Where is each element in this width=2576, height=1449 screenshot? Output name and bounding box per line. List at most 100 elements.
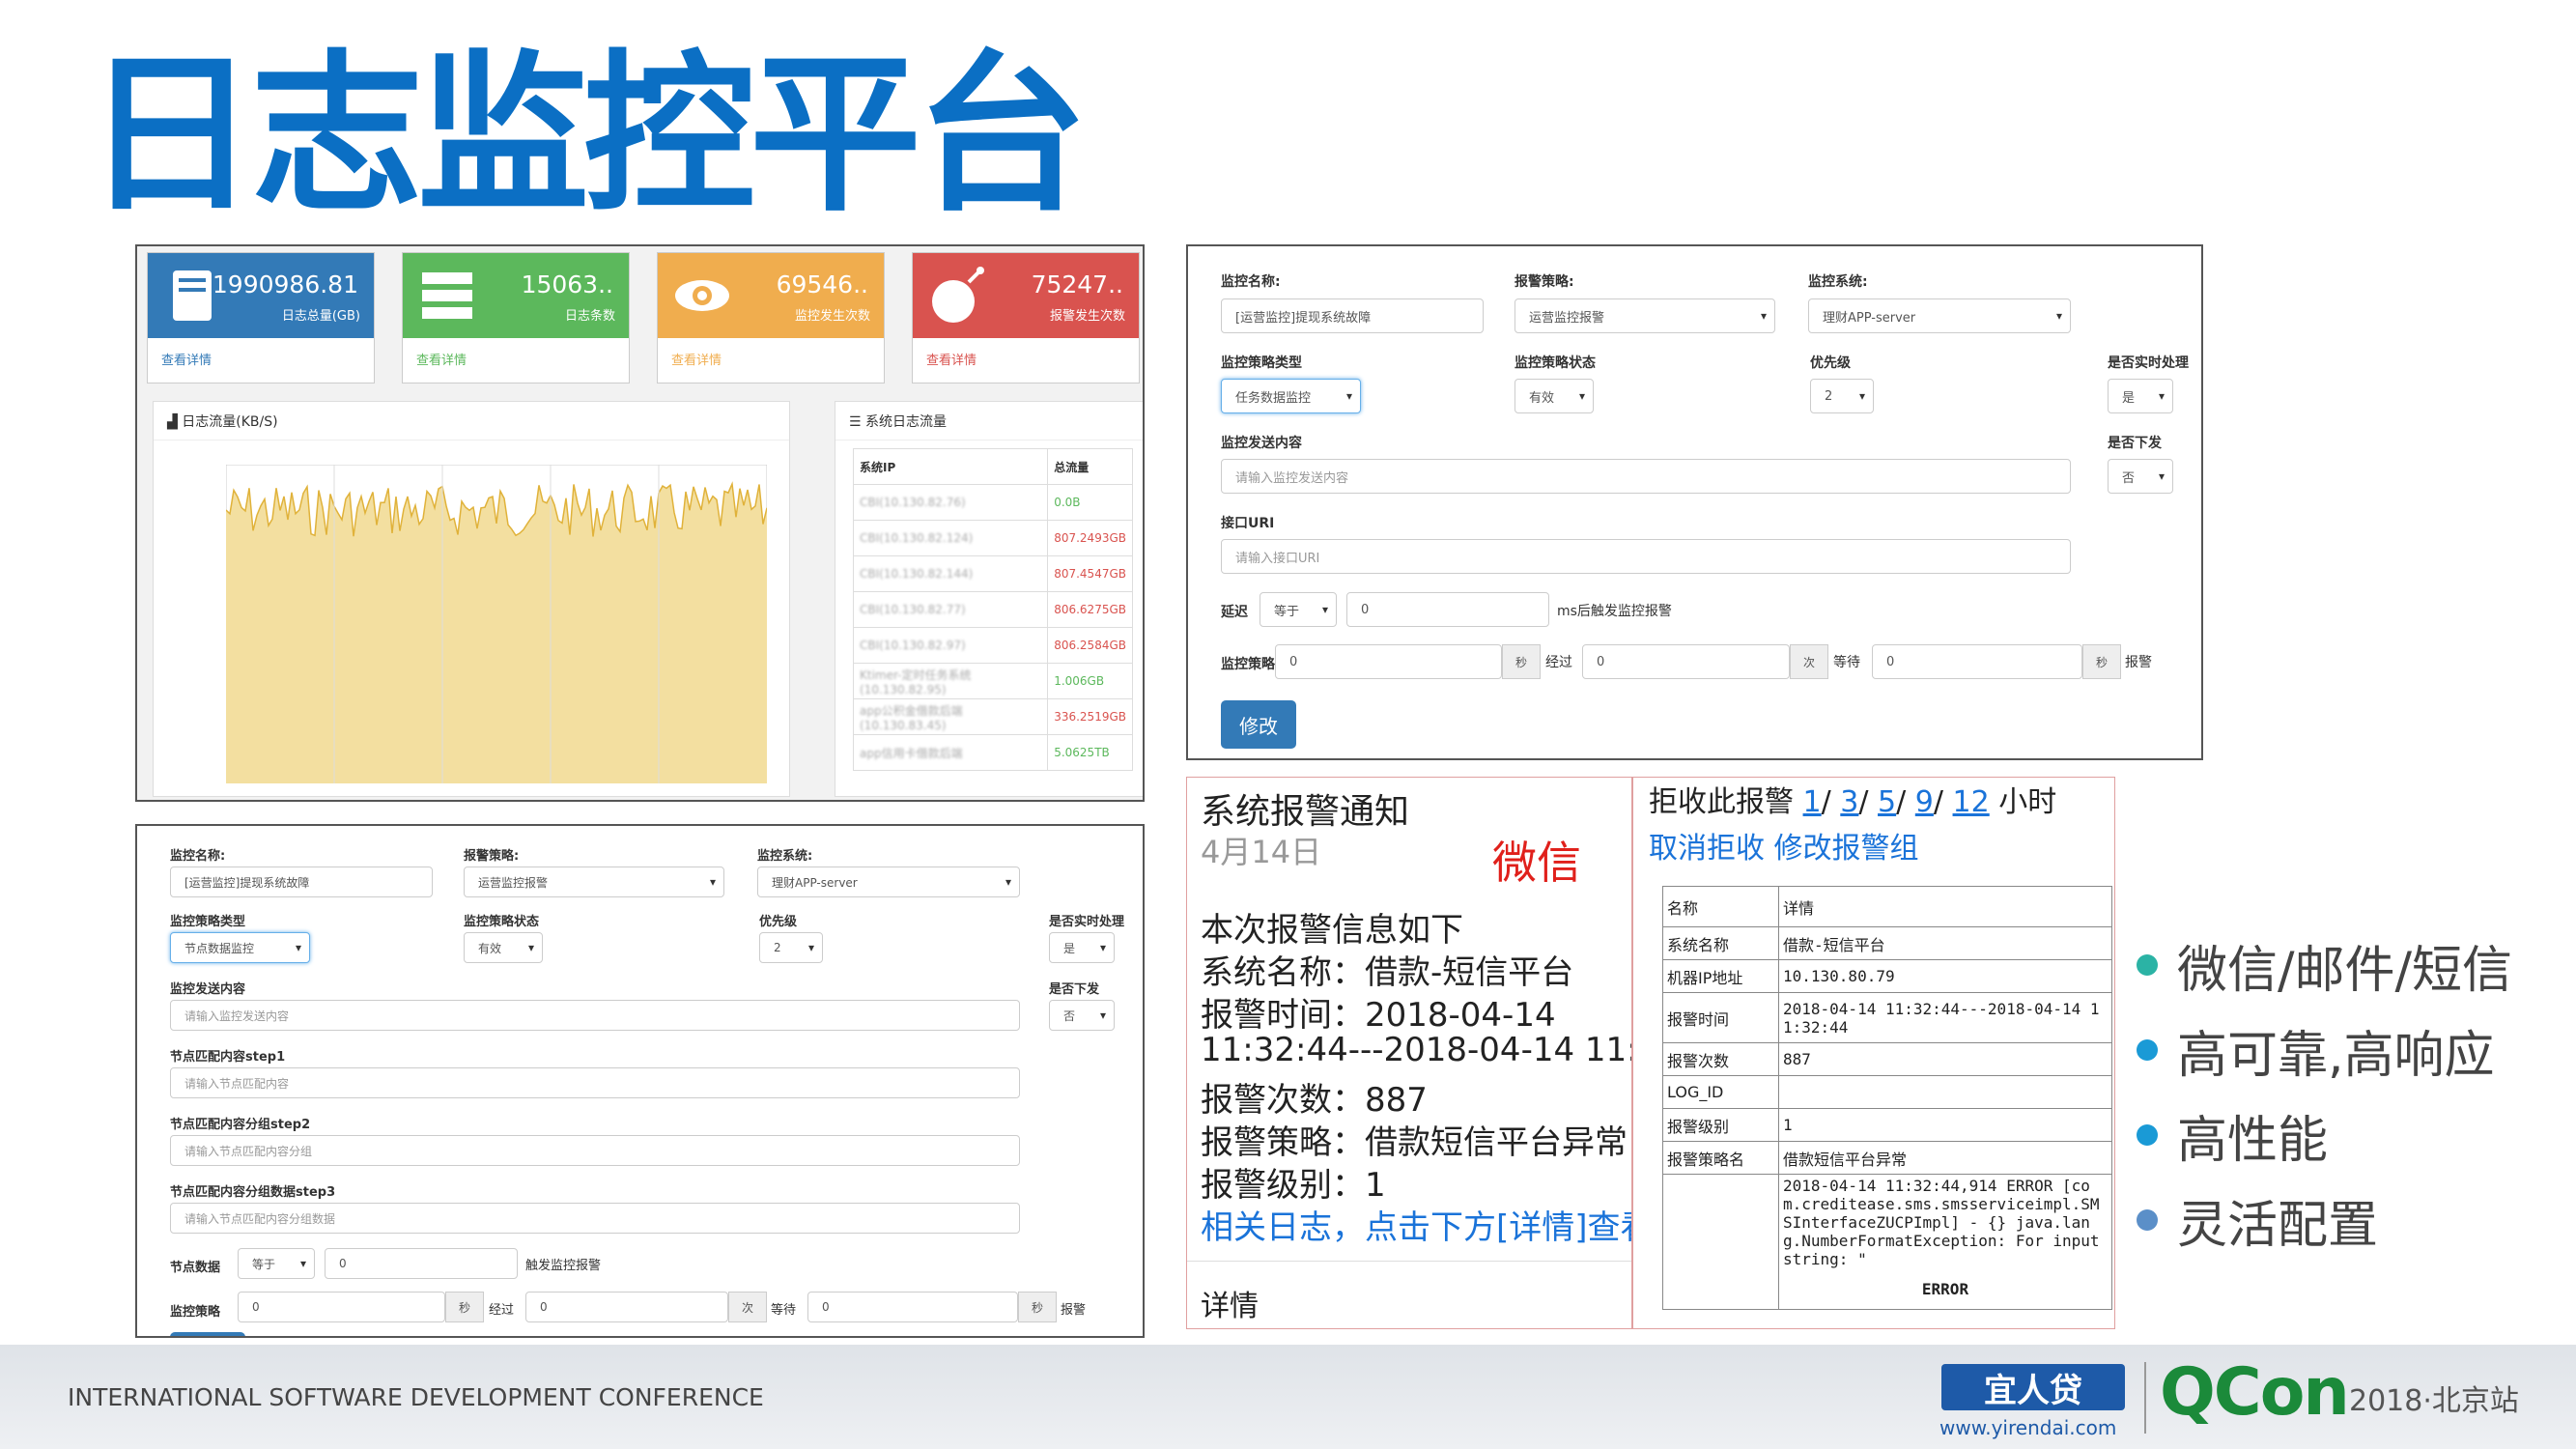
detail-value: 10.130.80.79 [1778, 959, 2112, 993]
monitor-name-label: 监控名称: [1221, 274, 1281, 290]
stat-value: 15063.. [521, 270, 613, 298]
reject-hours-option[interactable]: 3 [1840, 785, 1858, 819]
node-op-select[interactable]: 等于 [238, 1248, 315, 1279]
reject-hours-option[interactable]: 12 [1953, 785, 1990, 819]
strategy-type-label: 监控策略类型 [1221, 355, 1302, 371]
table-row: CBI(10.130.82.77) 806.6275GB [852, 591, 1133, 628]
detail-key: LOG_ID [1662, 1075, 1779, 1109]
step1-input[interactable]: 请输入节点匹配内容 [170, 1067, 1020, 1098]
detail-row: 系统名称 借款-短信平台 [1662, 926, 2112, 960]
flow-cell: 806.6275GB [1047, 591, 1133, 628]
wechat-alarm-message: 系统报警通知 4月14日 微信 本次报警信息如下 系统名称：借款-短信平台 报警… [1186, 777, 1632, 1329]
step2-input[interactable]: 请输入节点匹配内容分组 [170, 1135, 1020, 1166]
flow-cell: 807.4547GB [1047, 555, 1133, 592]
slide-title: 日志监控平台 [85, 35, 1088, 235]
wechat-title: 系统报警通知 [1201, 792, 1410, 832]
alarm-policy-select[interactable]: 运营监控报警 [464, 867, 724, 897]
delay-input[interactable]: 0 [1346, 592, 1549, 627]
log-flow-title: 日志流量(KB/S) [182, 414, 278, 430]
monitor-system-select[interactable]: 理财APP-server [1808, 298, 2071, 333]
priority-select[interactable]: 2 [1810, 379, 1874, 413]
issue-select[interactable]: 否 [1049, 1000, 1115, 1031]
send-content-label: 监控发送内容 [1221, 436, 1302, 451]
times-unit: 次 [728, 1292, 767, 1322]
stat-card: 69546.. 监控发生次数 查看详情 [657, 252, 885, 384]
strategy-type-select[interactable]: 节点数据监控 [170, 932, 310, 963]
delay-op-select[interactable]: 等于 [1260, 592, 1337, 627]
view-details-link[interactable]: 查看详情 [148, 338, 374, 380]
detail-row: LOG_ID [1662, 1075, 2112, 1109]
detail-key: 报警策略名 [1662, 1141, 1779, 1175]
detail-row: 机器IP地址 10.130.80.79 [1662, 959, 2112, 993]
system-ip-cell: CBI(10.130.82.97) [852, 627, 1049, 664]
reject-hours-option[interactable]: 1 [1803, 785, 1822, 819]
priority-select[interactable]: 2 [759, 932, 823, 963]
issue-label: 是否下发 [1049, 982, 1100, 997]
wechat-line: 报警级别：1 [1201, 1166, 1386, 1205]
modify-button[interactable] [170, 1332, 245, 1336]
monitor-name-input[interactable]: [运营监控]提现系统故障 [170, 867, 433, 897]
reject-hours-option[interactable]: 9 [1915, 785, 1934, 819]
alarm-policy-select[interactable]: 运营监控报警 [1514, 298, 1775, 333]
feature-item: 高性能 [2137, 1093, 2512, 1178]
bullet-dot-icon [2137, 1124, 2158, 1146]
view-details-link[interactable]: 查看详情 [913, 338, 1139, 380]
realtime-select[interactable]: 是 [2108, 379, 2173, 413]
strategy-wait-input[interactable]: 0 [807, 1292, 1018, 1322]
cancel-reject-link[interactable]: 取消拒收 [1649, 832, 1765, 866]
monitor-system-select[interactable]: 理财APP-server [757, 867, 1020, 897]
delay-label: 延迟 [1221, 605, 1248, 620]
strategy-times-input[interactable]: 0 [1582, 644, 1790, 679]
chart-icon: ▟ [167, 414, 178, 430]
monitor-name-input[interactable]: [运营监控]提现系统故障 [1221, 298, 1484, 333]
send-content-input[interactable]: 请输入监控发送内容 [170, 1000, 1020, 1031]
wechat-detail-link[interactable]: 详情 [1201, 1282, 1259, 1324]
uri-input[interactable]: 请输入接口URI [1221, 539, 2071, 574]
modify-button[interactable]: 修改 [1221, 700, 1296, 749]
strategy-seconds-input[interactable]: 0 [1275, 644, 1502, 679]
list-icon: ☰ [849, 414, 862, 430]
seconds-unit: 秒 [1502, 644, 1541, 679]
table-row: app公积金借款后端 (10.130.83.45) 336.2519GB [852, 698, 1133, 735]
wait-seconds-unit: 秒 [2082, 644, 2121, 679]
detail-key: 报警级别 [1662, 1108, 1779, 1142]
footer-divider [2144, 1362, 2146, 1434]
log-flow-panel: ▟ 日志流量(KB/S) [153, 401, 790, 797]
detail-value: 887 [1778, 1042, 2112, 1076]
node-value-input[interactable]: 0 [325, 1248, 518, 1279]
node-suffix: 触发监控报警 [525, 1259, 602, 1273]
strategy-seconds-input[interactable]: 0 [238, 1292, 445, 1322]
bomb-icon [926, 265, 988, 327]
alarm-policy-label: 报警策略: [1514, 274, 1574, 290]
stat-card: 1990986.81 日志总量(GB) 查看详情 [147, 252, 375, 384]
step3-input[interactable]: 请输入节点匹配内容分组数据 [170, 1203, 1020, 1234]
strategy-status-select[interactable]: 有效 [1514, 379, 1594, 413]
wechat-date: 4月14日 [1201, 834, 1322, 870]
wechat-log-link[interactable]: 相关日志，点击下方[详情]查看 [1201, 1201, 1631, 1248]
stat-card: 15063.. 日志条数 查看详情 [402, 252, 630, 384]
issue-select[interactable]: 否 [2108, 459, 2173, 494]
reject-prefix: 拒收此报警 [1649, 785, 1794, 819]
view-details-link[interactable]: 查看详情 [658, 338, 884, 380]
stat-card: 75247.. 报警发生次数 查看详情 [912, 252, 1140, 384]
log-flow-chart [226, 465, 767, 783]
strategy-status-select[interactable]: 有效 [464, 932, 543, 963]
strategy-wait-input[interactable]: 0 [1872, 644, 2082, 679]
realtime-select[interactable]: 是 [1049, 932, 1115, 963]
eye-icon [671, 265, 733, 327]
error-label: ERROR [1921, 1280, 1969, 1298]
view-details-link[interactable]: 查看详情 [403, 338, 629, 380]
alarm-detail-panel: 拒收此报警 1/ 3/ 5/ 9/ 12 小时 取消拒收 修改报警组 名称 详情 … [1632, 777, 2115, 1329]
wait-text: 等待 [1833, 655, 1860, 670]
modify-group-link[interactable]: 修改报警组 [1774, 832, 1919, 866]
detail-row: 报警策略名 借款短信平台异常 [1662, 1141, 2112, 1175]
detail-header-detail: 详情 [1778, 886, 2112, 927]
strategy-times-input[interactable]: 0 [525, 1292, 728, 1322]
detail-key: 系统名称 [1662, 926, 1779, 960]
strategy-type-select[interactable]: 任务数据监控 [1221, 379, 1361, 413]
send-content-input[interactable]: 请输入监控发送内容 [1221, 459, 2071, 494]
dashboard-screenshot: 1990986.81 日志总量(GB) 查看详情 15063.. 日志条数 查看详情 695… [135, 244, 1145, 802]
wechat-line: 11:32:44---2018-04-14 11:32 [1201, 1031, 1632, 1069]
detail-header-name: 名称 [1662, 886, 1779, 927]
reject-hours-option[interactable]: 5 [1878, 785, 1896, 819]
